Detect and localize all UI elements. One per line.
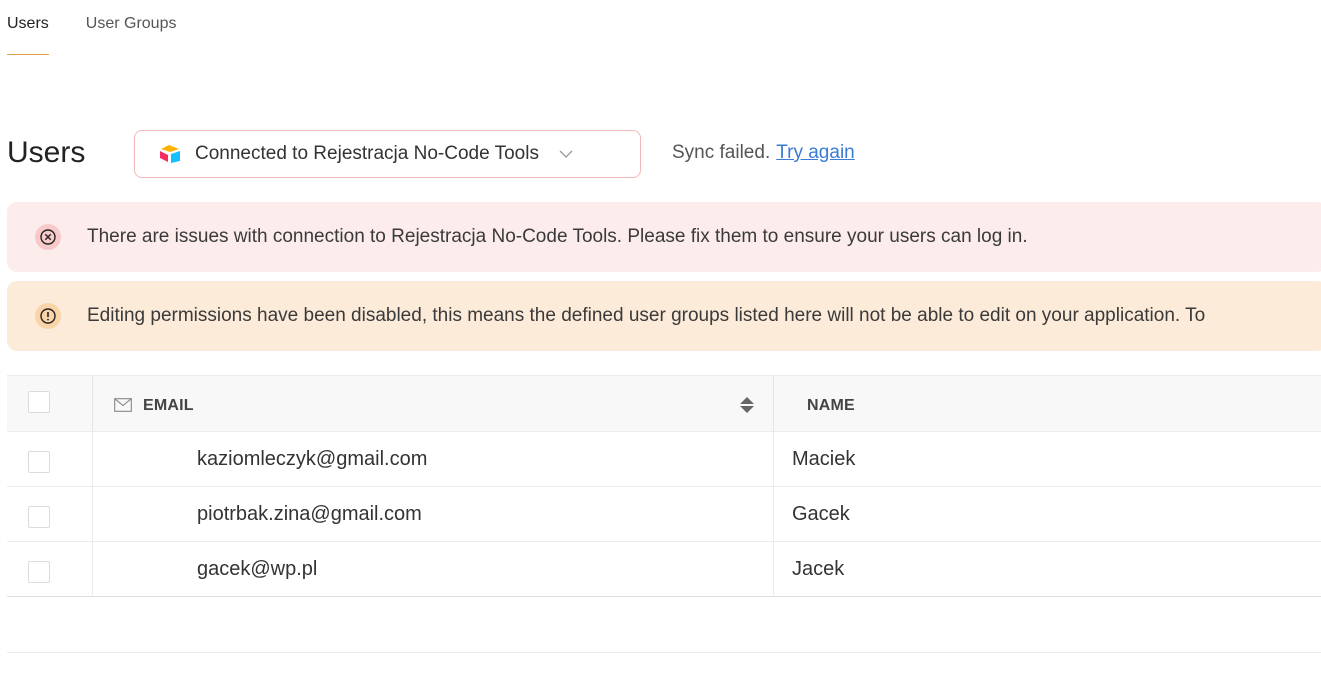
sync-status-text: Sync failed.: [672, 142, 771, 163]
table-footer: [7, 596, 1321, 653]
email-cell: kaziomleczyk@gmail.com: [93, 432, 774, 486]
name-value: Maciek: [792, 448, 856, 470]
airtable-logo-icon: [160, 145, 180, 163]
name-column-label: NAME: [807, 397, 855, 414]
chevron-down-icon: [559, 150, 573, 158]
table-row[interactable]: piotrbak.zina@gmail.com Gacek: [7, 486, 1321, 541]
page-title: Users: [7, 136, 86, 169]
row-checkbox[interactable]: [28, 506, 50, 528]
name-cell: Maciek: [774, 432, 1321, 486]
name-cell: Gacek: [774, 487, 1321, 541]
select-all-cell: [7, 376, 93, 431]
connection-label: Connected to Rejestracja No-Code Tools: [195, 143, 539, 164]
users-table: EMAIL NAME kaziomleczyk@gmail.com Maciek…: [7, 375, 1321, 653]
x-circle-icon: [35, 224, 61, 250]
warning-message: Editing permissions have been disabled, …: [87, 305, 1206, 326]
email-column-label: EMAIL: [143, 397, 194, 414]
name-value: Gacek: [792, 503, 850, 525]
row-checkbox[interactable]: [28, 451, 50, 473]
row-select-cell: [7, 542, 93, 596]
try-again-link[interactable]: Try again: [776, 142, 855, 163]
name-value: Jacek: [792, 558, 845, 580]
error-banner: There are issues with connection to Reje…: [7, 202, 1321, 272]
email-value: kaziomleczyk@gmail.com: [197, 448, 428, 470]
select-all-checkbox[interactable]: [28, 391, 50, 413]
tab-users[interactable]: Users: [7, 0, 49, 55]
envelope-icon: [114, 398, 132, 412]
error-message: There are issues with connection to Reje…: [87, 226, 1028, 247]
exclamation-circle-icon: [35, 303, 61, 329]
email-column-header[interactable]: EMAIL: [93, 376, 774, 431]
email-value: gacek@wp.pl: [197, 558, 318, 580]
connection-dropdown[interactable]: Connected to Rejestracja No-Code Tools: [134, 130, 641, 178]
table-row[interactable]: kaziomleczyk@gmail.com Maciek: [7, 431, 1321, 486]
row-select-cell: [7, 487, 93, 541]
row-checkbox[interactable]: [28, 561, 50, 583]
name-cell: Jacek: [774, 542, 1321, 596]
email-cell: gacek@wp.pl: [93, 542, 774, 596]
name-column-header[interactable]: NAME: [774, 376, 1321, 431]
tab-bar: Users User Groups: [7, 0, 176, 55]
tab-user-groups[interactable]: User Groups: [86, 0, 177, 55]
row-select-cell: [7, 432, 93, 486]
table-row[interactable]: gacek@wp.pl Jacek: [7, 541, 1321, 596]
sync-status: Sync failed. Try again: [672, 142, 855, 164]
email-value: piotrbak.zina@gmail.com: [197, 503, 422, 525]
sort-icon[interactable]: [739, 396, 755, 414]
warning-banner: Editing permissions have been disabled, …: [7, 281, 1321, 351]
users-page: Users User Groups Users Connected to Rej…: [0, 0, 1321, 683]
table-header: EMAIL NAME: [7, 375, 1321, 431]
email-cell: piotrbak.zina@gmail.com: [93, 487, 774, 541]
